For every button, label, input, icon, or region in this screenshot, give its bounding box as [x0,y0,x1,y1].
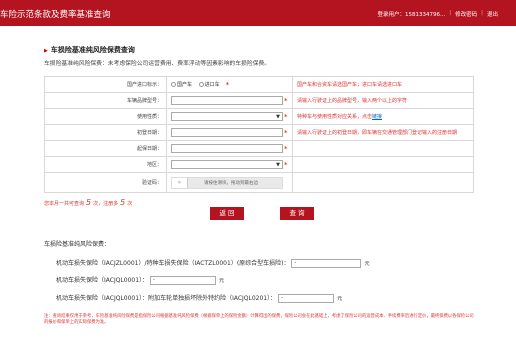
user-label: 登录用户：15813347​96... [377,12,446,18]
form-row-first-reg: 初登日期： * 请输入行驶证上的初登日期，即车辆在交通管理部门登记输入的注册日期 [44,124,474,141]
captcha-slider[interactable]: » 请按住滑块，拖动到最右边 [171,176,283,189]
usage-select[interactable]: ▼ [171,112,283,121]
triangle-right-icon: ▶ [44,48,48,54]
form-row-model: 车辆品牌型号： * 请输入行驶证上的品牌型号，输入两个以上的字符 [44,92,474,109]
count-middle: 次，注册多 [93,201,119,207]
region-hint [292,156,474,173]
caret-down-icon: ▼ [276,162,280,168]
form-row-usage: 使用性质： ▼ * 特种车与使用性质对应关系，点击链接 [44,108,474,125]
change-password-link[interactable]: 修改密码 [455,10,477,18]
premium-row-1-value: - [291,259,362,268]
disclaimer-note: 注：查询结果仅用于参考，车险基准纯风险保费是指保险公司根据基准纯风险保费（根据保… [44,314,474,325]
imported-radio-label[interactable]: 进口车 [205,82,220,88]
region-field: ▼ * [166,156,293,173]
first-reg-label: 初登日期： [44,124,167,141]
region-select[interactable]: ▼ [171,160,283,169]
model-input[interactable] [171,96,283,105]
required-mark: * [284,160,288,169]
usage-field: ▼ * [166,108,293,125]
app-title: 车险示范条款及费率基准查询 [0,10,111,20]
premium-row-3-label: 机动车损失保险（IACJQL0001）：附加车轮单独损坏除外特约险（IACJQL… [56,295,277,302]
usage-hint-text: 特种车与使用性质对应关系，点击 [297,114,373,120]
origin-label: 国产进口标示： [44,76,167,93]
premium-row-1: 机动车损失保险（IACJZL0001）/特种车损失保险（IACTZL0001）(… [56,258,369,268]
model-hint: 请输入行驶证上的品牌型号，输入两个以上的字符 [292,92,474,109]
first-reg-field: * [166,124,293,141]
premium-row-1-label: 机动车损失保险（IACJZL0001）/特种车损失保险（IACTZL0001）(… [56,260,290,267]
domestic-radio[interactable] [171,82,176,87]
form-row-origin: 国产进口标示： 国产车 进口车 * 国产车和合资车请选国产车；进口车请选进口车 [44,76,474,93]
captcha-hint [292,172,474,193]
premium-row-2-value: - [150,276,216,285]
required-mark: * [284,144,288,153]
required-mark: * [284,96,288,105]
model-field: * [166,92,293,109]
captcha-field: » 请按住滑块，拖动到最右边 [166,172,293,193]
imported-radio[interactable] [198,82,204,87]
top-header-bar: 车险示范条款及费率基准查询 登录用户：15813347​96... | 修改密码… [0,0,516,26]
first-reg-hint: 请输入行驶证上的初登日期，即车辆在交通管理部门登记输入的注册日期 [292,124,474,141]
premium-row-3-value: - [278,294,335,303]
required-mark: * [225,80,230,89]
count-total: 5 [86,198,92,207]
start-date-hint [292,140,474,157]
query-count-info: 您本月一共可查询 5 次，注册多 5 次 [44,198,132,207]
menu-separator: | [449,10,452,16]
form-row-start-date: 起保日期： * [44,140,474,157]
section-title: ▶ 车损险基准纯风险保费查询 [44,45,135,55]
form-row-captcha: 验证码： » 请按住滑块，拖动到最右边 [44,172,474,193]
section-title-text: 车损险基准纯风险保费查询 [50,46,135,54]
slider-handle-icon[interactable]: » [172,177,188,188]
premium-row-3: 机动车损失保险（IACJQL0001）：附加车轮单独损坏除外特约险（IACJQL… [56,293,342,303]
back-button[interactable]: 返 回 [210,207,244,220]
form-row-region: 地区： ▼ * [44,156,474,173]
region-label: 地区： [44,156,167,173]
currency-unit: 元 [364,261,370,267]
required-mark: * [284,128,288,137]
origin-field: 国产车 进口车 * [166,76,293,93]
caret-down-icon: ▼ [276,114,280,120]
logout-link[interactable]: 退出 [487,10,498,18]
origin-hint: 国产车和合资车请选国产车；进口车请选进口车 [292,76,474,93]
slider-instruction: 请按住滑块，拖动到最右边 [204,180,258,186]
user-menu: 登录用户：15813347​96... | 修改密码 | 退出 [378,10,499,18]
premium-section-title: 车损险基准纯风险保费： [44,241,111,248]
model-label: 车辆品牌型号： [44,92,167,109]
usage-label: 使用性质： [44,108,167,125]
start-date-input[interactable] [171,144,283,153]
premium-row-2: 机动车损失保险（IACJQL0001）： -元 [56,275,224,285]
first-reg-date-input[interactable] [171,128,283,137]
menu-separator: | [481,10,483,16]
section-description: 车损险基准纯风险保费：未考虑保险公司运营费用、费率浮动等因素影响的车损险保费。 [44,61,271,67]
domestic-radio-label[interactable]: 国产车 [177,82,192,88]
currency-unit: 元 [219,278,225,284]
usage-hint: 特种车与使用性质对应关系，点击链接 [292,108,474,125]
start-date-label: 起保日期： [44,140,167,157]
currency-unit: 元 [337,296,343,302]
captcha-label: 验证码： [44,172,167,193]
usage-hint-link[interactable]: 链接 [372,114,382,120]
start-date-field: * [166,140,293,157]
count-prefix: 您本月一共可查询 [44,201,85,207]
query-button[interactable]: 查 询 [280,207,314,220]
count-extra: 5 [120,198,126,207]
query-form-table: 国产进口标示： 国产车 进口车 * 国产车和合资车请选国产车；进口车请选进口车 车… [44,76,474,193]
required-mark: * [284,112,288,121]
count-suffix: 次 [127,201,133,207]
premium-row-2-label: 机动车损失保险（IACJQL0001）： [56,277,149,284]
